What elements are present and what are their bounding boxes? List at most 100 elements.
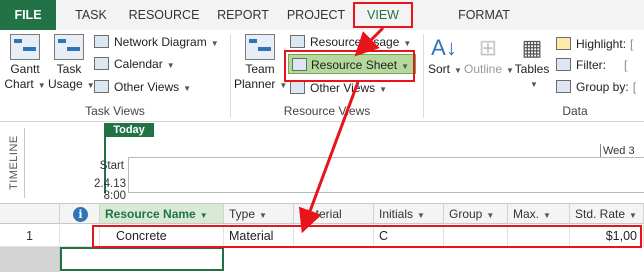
ribbon-tab-bar: FILE TASK RESOURCE REPORT PROJECT VIEW F… bbox=[0, 0, 644, 30]
chevron-down-icon: ▼ bbox=[530, 80, 538, 89]
row-number[interactable]: 1 bbox=[0, 225, 60, 247]
column-header-label: Max. bbox=[513, 207, 540, 221]
sort-button[interactable]: A↓ Sort ▼ bbox=[428, 34, 462, 78]
calendar-button[interactable]: Calendar ▼ bbox=[94, 54, 175, 74]
dropdown-bracket-icon: [ bbox=[630, 37, 634, 51]
tab-file[interactable]: FILE bbox=[0, 0, 56, 30]
task-usage-label-2: Usage bbox=[48, 77, 83, 91]
team-planner-label-1: Team bbox=[245, 62, 275, 76]
chevron-down-icon: ▼ bbox=[199, 211, 208, 220]
chevron-down-icon: ▼ bbox=[183, 84, 192, 93]
chevron-down-icon: ▼ bbox=[166, 61, 175, 70]
dropdown-bracket-icon: [ bbox=[632, 80, 637, 94]
network-diagram-button[interactable]: Network Diagram ▼ bbox=[94, 32, 219, 52]
highlight-icon bbox=[556, 37, 571, 50]
cell-std-rate[interactable]: $1,00 bbox=[570, 225, 644, 247]
resource-other-views-button[interactable]: Other Views ▼ bbox=[290, 78, 387, 98]
resource-sheet-icon bbox=[292, 58, 307, 71]
gantt-chart-button[interactable]: Gantt Chart ▼ bbox=[2, 34, 48, 93]
filter-icon bbox=[556, 58, 571, 71]
gantt-chart-label-2: Chart bbox=[4, 77, 34, 91]
cell-initials[interactable]: C bbox=[374, 225, 444, 247]
tab-project[interactable]: PROJECT bbox=[284, 0, 348, 30]
filter-button[interactable]: Filter: [ bbox=[556, 55, 627, 75]
highlight-button[interactable]: Highlight:[ bbox=[556, 34, 633, 54]
highlight-label: Highlight: bbox=[576, 37, 627, 51]
sort-icon: A↓ bbox=[431, 35, 457, 60]
corner-header[interactable] bbox=[0, 204, 60, 224]
team-planner-icon bbox=[245, 34, 275, 60]
task-usage-button[interactable]: Task Usage ▼ bbox=[48, 34, 95, 93]
task-usage-label-1: Task bbox=[56, 62, 82, 76]
column-header-resource-name[interactable]: Resource Name ▼ bbox=[100, 204, 224, 224]
chevron-down-icon: ▼ bbox=[629, 211, 637, 220]
task-views-group-label: Task Views bbox=[85, 104, 145, 118]
chevron-down-icon: ▼ bbox=[401, 62, 409, 71]
timeline-divider bbox=[24, 128, 25, 198]
gantt-chart-icon bbox=[10, 34, 40, 60]
indicator-cell[interactable] bbox=[60, 225, 100, 247]
data-group-label: Data bbox=[562, 104, 588, 118]
tab-report[interactable]: REPORT bbox=[212, 0, 274, 30]
gantt-chart-label-1: Gantt bbox=[10, 62, 40, 76]
team-planner-button[interactable]: Team Planner ▼ bbox=[234, 34, 288, 93]
ribbon: Gantt Chart ▼ Task Usage ▼ Network Diagram… bbox=[0, 30, 644, 122]
chevron-down-icon: ▼ bbox=[210, 39, 219, 48]
timeline-bar[interactable] bbox=[128, 157, 644, 193]
column-header-std-rate[interactable]: Std. Rate ▼ bbox=[570, 204, 644, 224]
outline-icon: ⊞ bbox=[478, 35, 498, 60]
other-views-icon bbox=[94, 80, 109, 93]
cell-material[interactable] bbox=[294, 225, 374, 247]
chevron-down-icon: ▼ bbox=[454, 66, 462, 75]
chevron-down-icon: ▼ bbox=[417, 211, 425, 220]
task-usage-icon bbox=[54, 34, 84, 60]
network-diagram-label: Network Diagram bbox=[114, 35, 207, 49]
task-other-views-button[interactable]: Other Views ▼ bbox=[94, 77, 191, 97]
cell-group[interactable] bbox=[444, 225, 508, 247]
column-header-label: Type bbox=[229, 207, 256, 221]
resource-usage-button[interactable]: Resource Usage ▼ bbox=[290, 32, 411, 52]
column-header-group[interactable]: Group ▼ bbox=[444, 204, 508, 224]
column-header-max[interactable]: Max. ▼ bbox=[508, 204, 570, 224]
cell-type[interactable]: Material bbox=[224, 225, 294, 247]
column-header-initials[interactable]: Initials ▼ bbox=[374, 204, 444, 224]
group-by-icon bbox=[556, 80, 571, 93]
calendar-label: Calendar bbox=[114, 57, 163, 71]
cell-max[interactable] bbox=[508, 225, 570, 247]
info-icon: i bbox=[73, 207, 88, 222]
resource-sheet-label: Resource Sheet bbox=[311, 58, 398, 72]
group-by-label: Group by: bbox=[576, 80, 629, 94]
tables-icon: ▦ bbox=[521, 35, 543, 60]
cell-resource-name[interactable]: Concrete bbox=[100, 225, 224, 247]
tab-view[interactable]: VIEW bbox=[356, 0, 410, 30]
sort-label: Sort bbox=[428, 62, 451, 76]
tab-format[interactable]: FORMAT bbox=[452, 0, 516, 30]
tab-resource[interactable]: RESOURCE bbox=[124, 0, 204, 30]
column-header-material[interactable]: Material bbox=[294, 204, 374, 224]
chevron-down-icon: ▼ bbox=[379, 85, 388, 94]
tab-task[interactable]: TASK bbox=[66, 0, 116, 30]
outline-label: Outline bbox=[464, 62, 503, 76]
column-header-label: Group bbox=[449, 207, 483, 221]
resource-sheet-button[interactable]: Resource Sheet ▼ bbox=[288, 54, 416, 74]
tables-button[interactable]: ▦ Tables ▼ bbox=[512, 34, 552, 92]
resource-views-group-label: Resource Views bbox=[283, 104, 371, 118]
chevron-down-icon: ▼ bbox=[279, 81, 288, 90]
resource-other-views-label: Other Views bbox=[310, 81, 376, 95]
column-header-label: Std. Rate bbox=[575, 207, 626, 221]
column-header-label: Initials bbox=[379, 207, 414, 221]
filter-label: Filter: bbox=[576, 58, 606, 72]
task-other-views-label: Other Views bbox=[114, 80, 180, 94]
chevron-down-icon: ▼ bbox=[259, 211, 267, 220]
row-number[interactable] bbox=[0, 247, 60, 272]
active-cell[interactable] bbox=[60, 247, 224, 271]
chevron-down-icon: ▼ bbox=[486, 211, 495, 220]
team-planner-label-2: Planner bbox=[234, 77, 276, 91]
tables-label: Tables bbox=[514, 62, 550, 76]
outline-button[interactable]: ⊞ Outline ▼ bbox=[464, 34, 514, 78]
column-header-type[interactable]: Type ▼ bbox=[224, 204, 294, 224]
timeline-date-label: Wed 3 bbox=[603, 145, 635, 157]
group-separator bbox=[423, 34, 424, 118]
group-by-button[interactable]: Group by:[ bbox=[556, 77, 636, 97]
timeline-label: TIMELINE bbox=[8, 135, 20, 190]
